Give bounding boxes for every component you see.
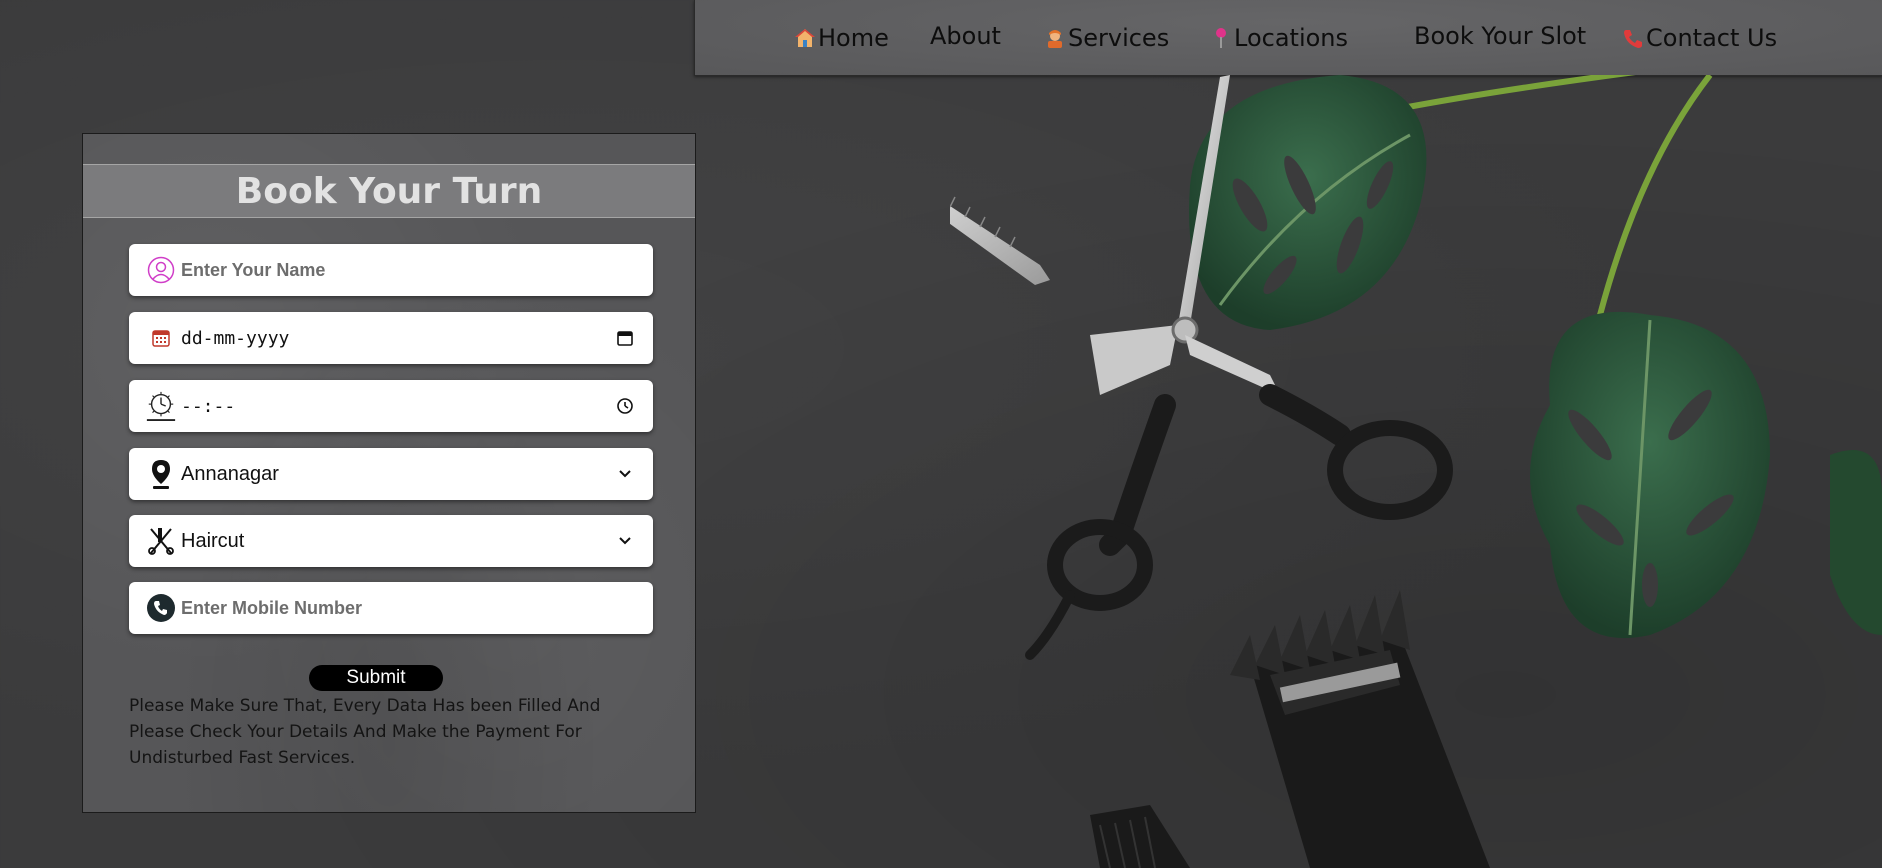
nav-book-label: Book Your Slot xyxy=(1414,22,1587,50)
form-title: Book Your Turn xyxy=(83,164,695,218)
nav-contact-us[interactable]: Contact Us xyxy=(1622,24,1777,52)
phone-icon xyxy=(1622,27,1644,49)
monstera-leaf-top xyxy=(1189,75,1427,330)
nav-book-your-slot[interactable]: Book Your Slot xyxy=(1414,22,1586,50)
barber-icon xyxy=(1044,27,1066,49)
mobile-field[interactable]: Enter Mobile Number xyxy=(129,582,653,634)
scissors-comb-icon xyxy=(145,525,177,557)
clock-icon xyxy=(145,390,177,422)
nav-contact-label: Contact Us xyxy=(1646,24,1778,52)
nav-locations[interactable]: Locations xyxy=(1210,24,1348,52)
hero-background-art xyxy=(950,75,1882,868)
location-selected-value: Annanagar xyxy=(181,462,279,485)
service-selected-value: Haircut xyxy=(181,529,245,552)
name-field[interactable]: Enter Your Name xyxy=(129,244,653,296)
calendar-picker-icon[interactable] xyxy=(613,326,637,350)
time-picker-icon[interactable] xyxy=(613,394,637,418)
house-icon xyxy=(794,27,816,49)
user-icon xyxy=(145,254,177,286)
hair-clipper xyxy=(1090,590,1490,868)
calendar-icon xyxy=(145,322,177,354)
nav-locations-label: Locations xyxy=(1234,24,1349,52)
nav-services[interactable]: Services xyxy=(1044,24,1169,52)
nav-about-label: About xyxy=(930,22,1001,50)
chevron-down-icon[interactable] xyxy=(613,462,637,486)
chevron-down-icon[interactable] xyxy=(613,529,637,553)
nav-services-label: Services xyxy=(1068,24,1170,52)
monstera-leaf-right xyxy=(1530,311,1770,639)
nav-about[interactable]: About xyxy=(930,22,1001,50)
mobile-placeholder: Enter Mobile Number xyxy=(181,597,363,618)
form-note: Please Make Sure That, Every Data Has be… xyxy=(129,696,601,768)
location-pin-icon xyxy=(145,458,177,490)
time-placeholder: --:-- xyxy=(181,395,236,417)
nav-home[interactable]: Home xyxy=(794,24,889,52)
phone-icon xyxy=(145,592,177,624)
location-select[interactable]: Annanagar xyxy=(129,448,653,500)
booking-form-card: Book Your Turn Enter Your Name dd-mm-yyy… xyxy=(82,133,696,813)
submit-button[interactable]: Submit xyxy=(309,665,443,691)
time-field[interactable]: --:-- xyxy=(129,380,653,432)
service-select[interactable]: Haircut xyxy=(129,515,653,567)
date-placeholder: dd-mm-yyyy xyxy=(181,327,290,349)
pushpin-icon xyxy=(1210,27,1232,49)
name-placeholder: Enter Your Name xyxy=(181,259,326,280)
date-field[interactable]: dd-mm-yyyy xyxy=(129,312,653,364)
barber-tools-illustration xyxy=(950,75,1882,868)
nav-home-label: Home xyxy=(818,24,889,52)
